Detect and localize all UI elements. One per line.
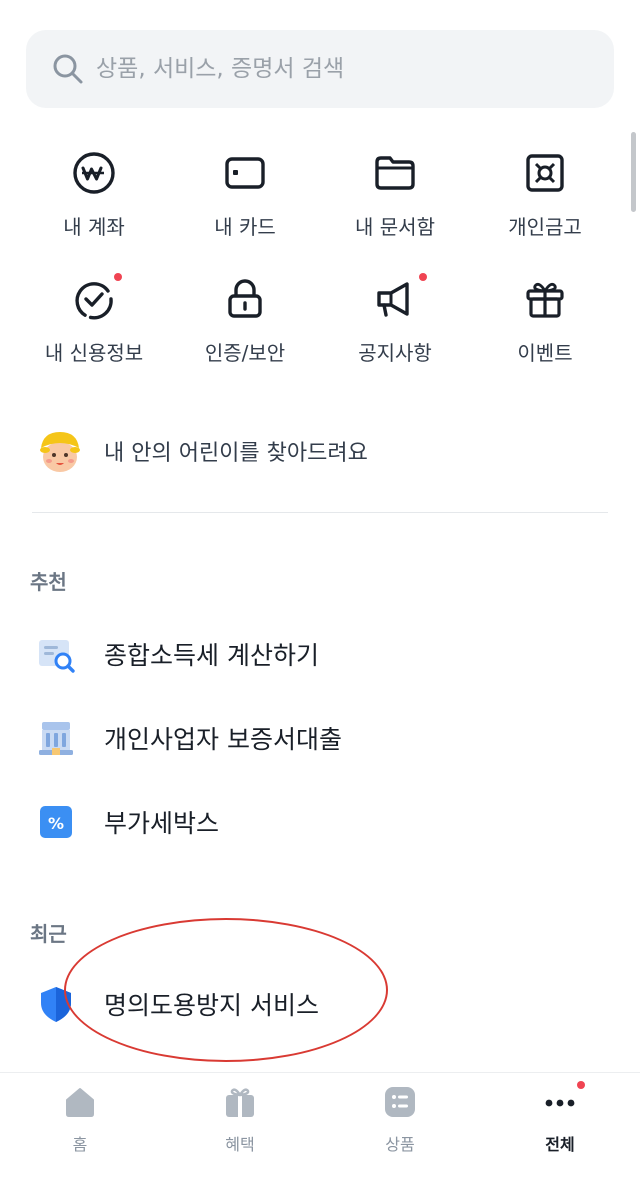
nav-tab-all[interactable]: 전체 (500, 1081, 620, 1155)
gift-tab-icon (223, 1085, 257, 1119)
percent-box-icon: % (40, 806, 72, 838)
quick-menu-label: 인증/보안 (204, 341, 286, 365)
quick-menu-my-card[interactable]: 내 카드 (170, 151, 320, 240)
nav-tab-products[interactable]: 상품 (340, 1085, 460, 1155)
bank-building-icon (39, 722, 73, 755)
shield-icon (41, 987, 71, 1022)
quick-menu-notices[interactable]: 공지사항 (320, 273, 470, 366)
won-coin-icon (72, 151, 116, 195)
quick-menu-label: 내 신용정보 (44, 341, 144, 365)
divider (32, 512, 608, 513)
quick-menu-label: 개인금고 (508, 215, 582, 239)
search-input[interactable] (96, 49, 556, 89)
nav-tab-home[interactable]: 홈 (20, 1085, 140, 1155)
notification-dot (114, 273, 122, 281)
child-face-icon (40, 432, 80, 472)
nav-tab-benefits[interactable]: 혜택 (180, 1085, 300, 1155)
notification-dot (419, 273, 427, 281)
home-icon (63, 1085, 97, 1119)
nav-label: 전체 (545, 1135, 575, 1154)
list-item-label: 부가세박스 (104, 809, 220, 838)
quick-menu-my-account[interactable]: 내 계좌 (19, 151, 169, 240)
quick-menu-my-documents[interactable]: 내 문서함 (320, 151, 470, 240)
list-item-label: 개인사업자 보증서대출 (104, 725, 342, 754)
card-icon (223, 151, 267, 195)
bottom-nav: 홈 혜택 상품 전체 (0, 1072, 640, 1181)
svg-text:%: % (48, 814, 64, 833)
quick-menu-personal-safe[interactable]: 개인금고 (470, 151, 620, 240)
safe-icon (523, 151, 567, 195)
products-list-icon (383, 1085, 417, 1119)
nav-label: 홈 (72, 1135, 88, 1154)
search-bar[interactable] (26, 30, 614, 108)
nav-label: 상품 (385, 1135, 415, 1154)
section-title-recent: 최근 (30, 922, 67, 946)
quick-menu-label: 공지사항 (358, 341, 432, 365)
banner-text: 내 안의 어린이를 찾아드려요 (104, 441, 368, 466)
notification-dot (577, 1081, 585, 1089)
gift-icon (523, 277, 567, 321)
search-icon (53, 54, 83, 84)
list-item-label: 명의도용방지 서비스 (104, 991, 319, 1020)
tax-document-search-icon (39, 640, 75, 673)
quick-menu-label: 내 카드 (214, 215, 276, 239)
quick-menu-label: 이벤트 (517, 341, 573, 365)
quick-menu-events[interactable]: 이벤트 (470, 277, 620, 366)
quick-menu-label: 내 계좌 (63, 215, 125, 239)
credit-check-icon (72, 273, 122, 321)
list-item-income-tax[interactable]: 종합소득세 계산하기 (36, 630, 596, 678)
list-item-business-loan[interactable]: 개인사업자 보증서대출 (36, 714, 596, 762)
nav-label: 혜택 (225, 1135, 255, 1154)
list-item-vat-box[interactable]: % 부가세박스 (36, 798, 596, 846)
list-item-identity-theft-prevention[interactable]: 명의도용방지 서비스 (36, 980, 596, 1028)
quick-menu-auth-security[interactable]: 인증/보안 (170, 277, 320, 366)
more-dots-icon (543, 1081, 585, 1119)
folder-icon (373, 151, 417, 195)
megaphone-icon (373, 273, 427, 321)
child-banner[interactable]: 내 안의 어린이를 찾아드려요 (36, 428, 596, 474)
section-title-recommended: 추천 (30, 570, 67, 594)
list-item-label: 종합소득세 계산하기 (104, 641, 319, 670)
quick-menu-label: 내 문서함 (355, 215, 435, 239)
lock-icon (223, 277, 267, 321)
scrollbar[interactable] (631, 132, 636, 212)
quick-menu-my-credit[interactable]: 내 신용정보 (19, 273, 169, 366)
